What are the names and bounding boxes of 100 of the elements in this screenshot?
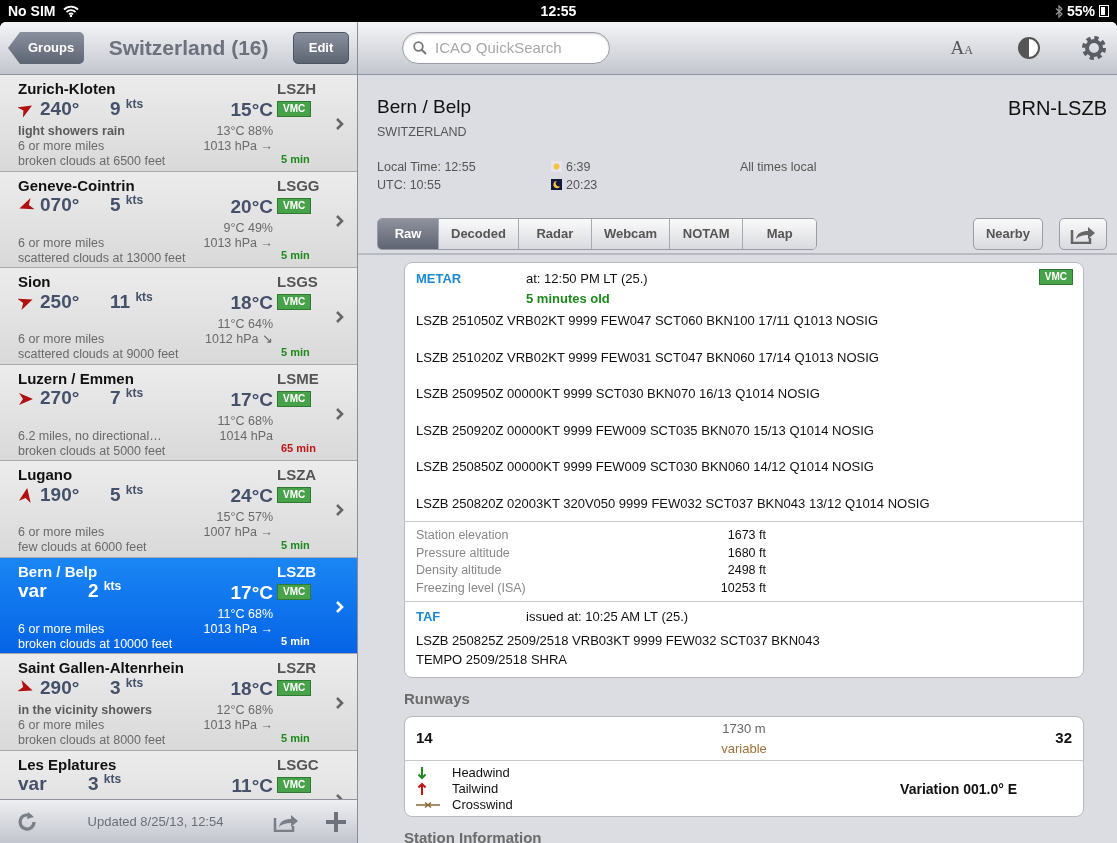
- runway-end: 32: [1055, 728, 1072, 749]
- local-time: Local Time: 12:55: [377, 158, 477, 176]
- metar-time: at: 12:50 PM LT (25.): [526, 270, 648, 288]
- icao-code: LSZA: [276, 465, 318, 482]
- metar-report: LSZB 250920Z 00000KT 9999 FEW009 SCT035 BKN070 15/13 Q1014 NOSIG: [416, 421, 875, 440]
- station-row[interactable]: Lugano LSZA 190° 5 $^{kts}$ 24°C VMC 15°C 57% 6 or more miles 1007 hPa → few clouds at 6000 feet 5 min: [0, 461, 357, 558]
- tailwind-arrow-icon: [416, 782, 428, 796]
- report-age: 5 min: [280, 730, 311, 746]
- icao-code: LSGS: [276, 272, 319, 289]
- taf-time: issued at: 10:25 AM LT (25.): [526, 608, 689, 626]
- wind-direction: 270°: [40, 386, 81, 411]
- station-row[interactable]: Luzern / Emmen LSME 270° 7 $^{kts}$ 17°C VMC 11°C 68% 6.2 miles, no directional… 1014 hPa broken clouds at 5000 feet 65 min: [0, 364, 357, 461]
- flight-rules-badge: VMC: [277, 197, 312, 214]
- report-age: 5 min: [280, 151, 311, 167]
- flight-rules-badge: VMC: [277, 101, 312, 117]
- view-tab[interactable]: NOTAM: [670, 218, 744, 249]
- nearby-button[interactable]: Nearby: [972, 217, 1043, 250]
- dewpoint-humidity: 15°C 57%: [215, 509, 273, 523]
- weather-text: light showers rain: [18, 123, 126, 137]
- clouds-text: broken clouds at 10000 feet: [18, 635, 174, 650]
- pressure-text: 1012 hPa ↘: [205, 331, 273, 345]
- headwind-arrow-icon: [416, 766, 428, 780]
- station-code: BRN-LSZB: [1008, 96, 1107, 121]
- clouds-text: scattered clouds at 13000 feet: [18, 249, 187, 264]
- chevron-icon: [335, 310, 344, 324]
- legend-label: Tailwind: [452, 781, 499, 797]
- altitude-label: Freezing level (ISA): [416, 579, 527, 597]
- flight-rules-badge: VMC: [277, 776, 312, 793]
- pressure-text: 1013 hPa →: [203, 717, 273, 731]
- pressure-text: 1013 hPa →: [203, 234, 273, 249]
- flight-rules-badge: VMC: [1038, 269, 1073, 285]
- station-name: Lugano: [18, 465, 74, 482]
- station-row[interactable]: Sion LSGS 250° 11 $^{kts}$ 18°C VMC 11°C 64% 6 or more miles 1012 hPa ↘ scattered clouds at 9000 feet 5 min: [0, 268, 357, 365]
- taf-line: TEMPO 2509/2518 SHRA: [416, 651, 569, 669]
- font-size-button[interactable]: AA: [950, 33, 973, 63]
- temperature: 17°C: [229, 580, 273, 605]
- wind-speed: 11 $^{kts}$: [110, 288, 153, 314]
- groups-back-button[interactable]: Groups: [8, 32, 85, 64]
- station-row[interactable]: Les Eplatures LSGC var 3 $^{kts}$ 11°C VMC: [0, 750, 357, 799]
- edit-button[interactable]: Edit: [293, 32, 349, 64]
- station-name: Bern / Belp: [18, 561, 99, 579]
- section-heading: Station Information: [404, 828, 543, 843]
- altitude-value: 1680 ft: [726, 544, 766, 562]
- report-age: 65 min: [280, 441, 317, 456]
- dewpoint-humidity: 9°C 49%: [222, 219, 273, 234]
- chevron-icon: [335, 406, 344, 421]
- moon-icon: [551, 179, 562, 191]
- view-tab[interactable]: Decoded: [439, 218, 519, 249]
- sun-icon: [551, 161, 562, 173]
- altitude-label: Density altitude: [416, 562, 503, 579]
- visibility-text: 6 or more miles: [18, 234, 106, 249]
- times-note: All times local: [740, 158, 817, 176]
- station-name: Geneve-Cointrin: [18, 175, 136, 193]
- metar-report: LSZB 250820Z 02003KT 320V050 9999 FEW032 SCT037 BKN043 13/12 Q1014 NOSIG: [416, 494, 931, 513]
- visibility-text: 6.2 miles, no directional…: [18, 427, 163, 442]
- view-tab[interactable]: Webcam: [591, 218, 671, 249]
- contrast-icon[interactable]: [1017, 36, 1041, 60]
- icao-code: LSZR: [276, 658, 318, 675]
- metar-report: LSZB 250850Z 00000KT 9999 FEW009 SCT030 BKN060 14/12 Q1014 NOSIG: [416, 458, 875, 476]
- station-row[interactable]: Bern / Belp LSZB var 2 $^{kts}$ 17°C VMC 11°C 68% 6 or more miles 1013 hPa → broken clouds at 10000 feet 5 min: [0, 557, 357, 654]
- flight-rules-badge: VMC: [277, 680, 312, 696]
- temperature: 18°C: [229, 291, 273, 315]
- visibility-text: 6 or more miles: [18, 717, 106, 731]
- station-row[interactable]: Geneve-Cointrin LSGG 070° 5 $^{kts}$ 20°C VMC 9°C 49% 6 or more miles 1013 hPa → scattered clouds at 13000 feet 5 min: [0, 171, 357, 268]
- wind-direction: 070°: [40, 193, 81, 218]
- pressure-text: 1007 hPa →: [203, 524, 273, 538]
- share-button[interactable]: [1059, 217, 1107, 250]
- clock: 12:55: [540, 1, 577, 21]
- altitude-value: 10253 ft: [719, 579, 766, 597]
- magnetic-variation: Variation 001.0° E: [900, 779, 1017, 799]
- station-row[interactable]: Saint Gallen-Altenrhein LSZR 290° 3 $^{kts}$ 18°C VMC in the vicinity showers 12°C 68% 6 or more miles 1013 hPa → broken clouds at 8000 feet 5 min: [0, 654, 357, 751]
- wind-speed: 9 $^{kts}$: [110, 95, 144, 121]
- bluetooth-icon: [1054, 4, 1063, 18]
- view-tab[interactable]: Map: [743, 218, 817, 249]
- wind-speed: 5 $^{kts}$: [110, 192, 144, 218]
- dewpoint-humidity: 11°C 68%: [216, 605, 273, 620]
- station-name: Bern / Belp: [377, 95, 471, 119]
- dewpoint-humidity: 11°C 68%: [217, 412, 273, 427]
- flight-rules-badge: VMC: [277, 294, 312, 310]
- flight-rules-badge: VMC: [277, 390, 312, 407]
- nav-title: Switzerland (16): [107, 35, 270, 62]
- search-box[interactable]: ICAO QuickSearch: [402, 32, 610, 64]
- runway-start: 14: [416, 728, 433, 749]
- search-field[interactable]: ICAO QuickSearch: [433, 35, 593, 61]
- wind-direction: 240°: [40, 96, 81, 121]
- taf-line: LSZB 250825Z 2509/2518 VRB03KT 9999 FEW032 SCT037 BKN043: [416, 631, 821, 650]
- icao-code: LSZH: [276, 79, 318, 96]
- settings-icon[interactable]: [1081, 35, 1107, 61]
- visibility-text: 6 or more miles: [18, 524, 106, 538]
- add-icon[interactable]: [325, 810, 347, 833]
- altitude-label: Station elevation: [416, 527, 510, 544]
- view-tab[interactable]: Radar: [518, 218, 592, 249]
- station-name: Zurich-Kloten: [18, 79, 117, 96]
- station-row[interactable]: Zurich-Kloten LSZH 240° 9 $^{kts}$ 15°C VMC light showers rain 13°C 88% 6 or more miles 1013 hPa → broken clouds at 6500 feet 5 min: [0, 75, 357, 172]
- temperature: 11°C: [231, 773, 273, 798]
- view-tab[interactable]: Raw: [378, 218, 439, 249]
- battery-icon: [1099, 5, 1109, 17]
- updated-label: Updated 8/25/13, 12:54: [86, 812, 225, 831]
- wifi-icon: [63, 5, 80, 17]
- refresh-icon[interactable]: [16, 810, 38, 833]
